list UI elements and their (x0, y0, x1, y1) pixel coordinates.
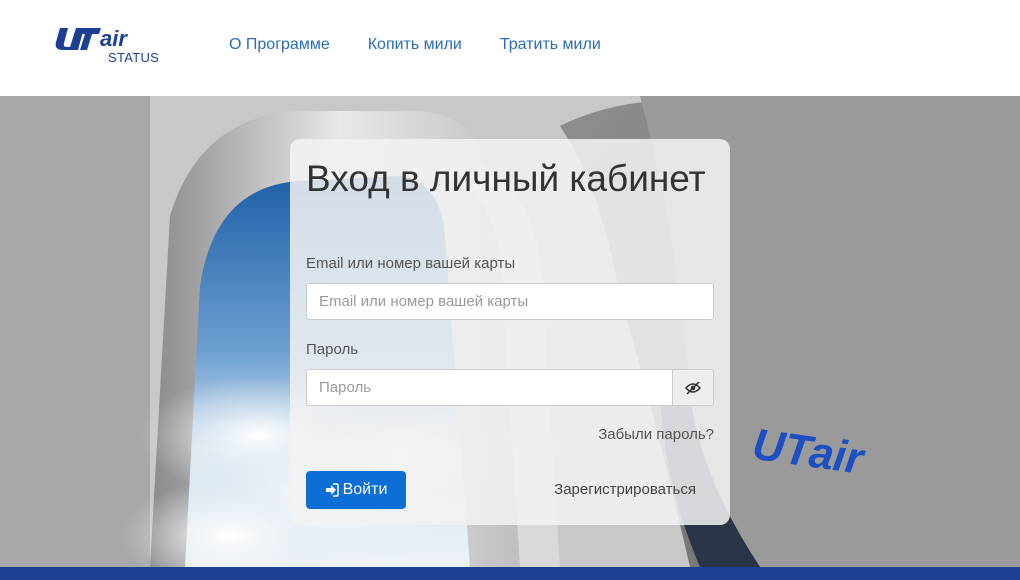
utair-status-logo[interactable]: air STATUS (55, 24, 165, 68)
email-label: Email или номер вашей карты (306, 255, 516, 272)
sign-in-icon (325, 483, 339, 497)
email-input[interactable] (306, 283, 714, 320)
show-password-button[interactable] (672, 369, 714, 406)
nav-item-spend-miles[interactable]: Тратить мили (500, 35, 601, 55)
footer-bar (0, 567, 1020, 580)
password-label: Пароль (306, 341, 359, 358)
forgot-password-link[interactable]: Забыли пароль? (598, 426, 714, 443)
nav-item-earn-miles[interactable]: Копить мили (368, 35, 462, 55)
svg-text:air: air (100, 26, 128, 51)
login-button-label: Войти (342, 481, 388, 498)
site-header: air STATUS О Программе Копить мили Трати… (0, 0, 1020, 96)
logo-subtext: STATUS (108, 50, 160, 65)
main-nav: О Программе Копить мили Тратить мили (229, 35, 601, 55)
login-title: Вход в личный кабинет (306, 158, 706, 199)
login-button[interactable]: Войти (306, 471, 406, 509)
password-input[interactable] (306, 369, 673, 406)
login-form: Вход в личный кабинет Email или номер ва… (290, 139, 730, 525)
nav-item-about[interactable]: О Программе (229, 35, 330, 55)
register-link[interactable]: Зарегистрироваться (554, 481, 696, 498)
eye-slash-icon (685, 380, 701, 395)
